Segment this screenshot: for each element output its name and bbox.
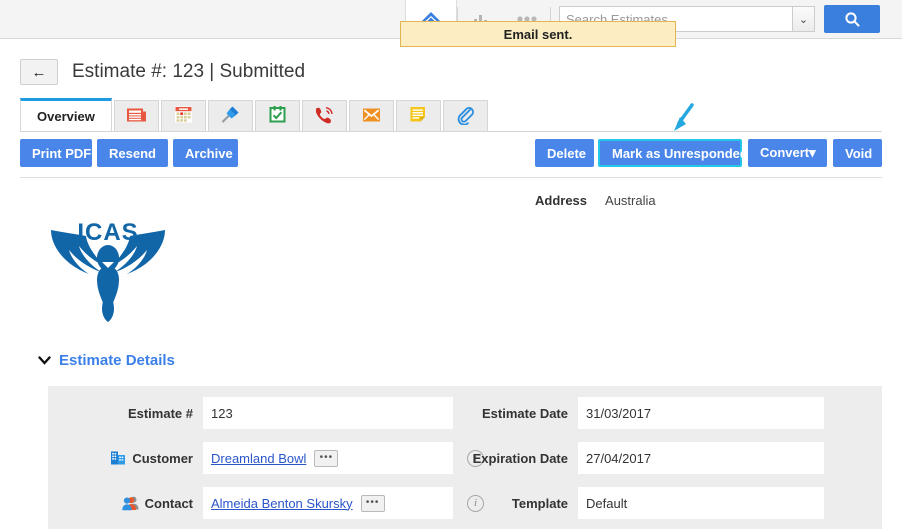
customer-label: Customer <box>132 450 193 466</box>
newspaper-icon <box>126 106 147 127</box>
template-input[interactable]: Default <box>578 487 824 519</box>
paperclip-icon <box>455 105 475 128</box>
tab-attachments[interactable] <box>442 100 488 131</box>
delete-button[interactable]: Delete <box>535 139 594 167</box>
page-header: ← Estimate #: 123 | Submitted <box>0 52 902 92</box>
phone-icon <box>313 105 335 128</box>
estimate-details-section-header[interactable]: Estimate Details <box>38 352 175 369</box>
estimate-date-row: Estimate Date 31/03/2017 <box>448 397 824 429</box>
expiration-date-label: Expiration Date <box>472 450 568 466</box>
calendar-check-icon <box>267 105 288 128</box>
people-icon <box>121 495 139 511</box>
actions-divider <box>20 177 882 178</box>
contact-row: Contact Almeida Benton Skursky ••• i <box>48 487 484 519</box>
estimate-number-value: 123 <box>211 405 233 421</box>
print-pdf-button[interactable]: Print PDF <box>20 139 92 167</box>
customer-lookup-button[interactable]: ••• <box>314 449 339 467</box>
toast-notification: Email sent. <box>400 21 676 47</box>
contact-link[interactable]: Almeida Benton Skursky <box>211 496 353 511</box>
resend-button[interactable]: Resend <box>97 139 168 167</box>
address-row: Address Australia <box>535 193 656 208</box>
contact-lookup-button[interactable]: ••• <box>360 494 385 512</box>
tab-tasks[interactable] <box>254 100 300 131</box>
convert-button[interactable]: Convert▾ <box>748 139 827 167</box>
expiration-date-value: 27/04/2017 <box>586 450 652 466</box>
building-icon <box>110 450 126 466</box>
archive-button[interactable]: Archive <box>173 139 238 167</box>
void-button[interactable]: Void <box>833 139 882 167</box>
tab-emails[interactable] <box>348 100 394 131</box>
template-value: Default <box>586 495 628 511</box>
company-logo: ICAS <box>45 208 171 324</box>
pushpin-icon <box>219 104 241 128</box>
note-icon <box>408 105 428 127</box>
contact-label: Contact <box>144 495 193 511</box>
template-row: Template Default <box>448 487 824 519</box>
tab-notes[interactable] <box>395 100 441 131</box>
svg-text:ICAS: ICAS <box>77 219 138 246</box>
pointer-arrow-annotation <box>670 103 700 135</box>
address-label: Address <box>535 193 588 208</box>
customer-row: Customer Dreamland Bowl ••• i <box>48 442 484 474</box>
estimate-date-value: 31/03/2017 <box>586 405 652 421</box>
estimate-number-label: Estimate # <box>127 405 193 421</box>
estimate-number-input[interactable]: 123 <box>203 397 453 429</box>
contact-input[interactable]: Almeida Benton Skursky ••• <box>203 487 453 519</box>
section-title: Estimate Details <box>59 352 175 369</box>
tab-overview[interactable]: Overview <box>20 98 112 131</box>
expiration-date-input[interactable]: 27/04/2017 <box>578 442 824 474</box>
estimate-date-label: Estimate Date <box>482 405 568 421</box>
search-submit-button[interactable] <box>824 5 880 33</box>
estimate-date-input[interactable]: 31/03/2017 <box>578 397 824 429</box>
envelope-icon <box>361 106 382 127</box>
template-label: Template <box>511 495 568 511</box>
customer-input[interactable]: Dreamland Bowl ••• <box>203 442 453 474</box>
page-title: Estimate #: 123 | Submitted <box>72 61 306 82</box>
estimate-details-form: Estimate # 123 Customer Dreamland Bowl •… <box>48 386 882 529</box>
tabs-underline <box>20 131 882 132</box>
tab-overview-label: Overview <box>37 108 95 124</box>
search-scope-dropdown[interactable]: ⌄ <box>792 6 815 32</box>
tab-items[interactable] <box>113 100 159 131</box>
tab-pinned[interactable] <box>207 100 253 131</box>
back-button[interactable]: ← <box>20 59 58 85</box>
chevron-down-icon <box>38 354 51 367</box>
customer-link[interactable]: Dreamland Bowl <box>211 451 306 466</box>
calendar-icon <box>173 105 194 127</box>
address-value: Australia <box>605 193 656 208</box>
expiration-date-row: Expiration Date 27/04/2017 <box>448 442 824 474</box>
estimate-number-row: Estimate # 123 <box>48 397 453 429</box>
mark-as-unresponded-button[interactable]: Mark as Unresponded <box>598 139 748 167</box>
tab-calendar[interactable] <box>160 100 206 131</box>
action-button-bar: Print PDF Resend Archive Delete Mark as … <box>0 139 902 169</box>
tab-calls[interactable] <box>301 100 347 131</box>
tab-bar: Overview <box>20 98 490 131</box>
